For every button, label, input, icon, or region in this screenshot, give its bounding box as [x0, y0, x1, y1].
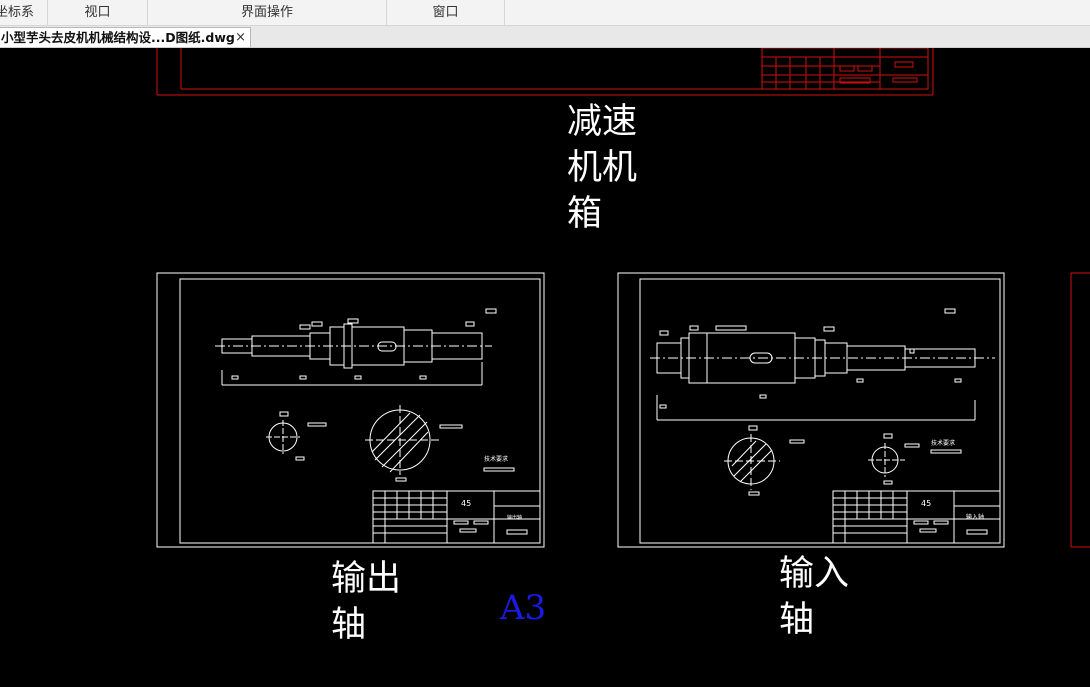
input-shaft-label-line: 输入 — [779, 554, 850, 594]
document-tab[interactable]: 小型芋头去皮机机械结构设...D图纸.dwg × — [0, 27, 251, 47]
right-sheet-partial — [1070, 272, 1090, 548]
output-shaft-label-line: 轴 — [331, 605, 367, 645]
document-tab-bar: 小型芋头去皮机机械结构设...D图纸.dwg × — [0, 26, 1090, 48]
output-shaft-label: 输出 轴 — [331, 556, 401, 648]
gearbox-label-line: 机机 — [567, 148, 638, 188]
input-material: 45 — [921, 499, 931, 508]
input-shaft-sheet: 技术要求 45 输入轴 — [617, 272, 1005, 548]
input-shaft-label-line: 轴 — [779, 600, 815, 640]
menu-bar: 坐标系 视口 界面操作 窗口 — [0, 0, 1090, 26]
gearbox-label: 减速 机机 箱 — [567, 99, 637, 237]
drawing-canvas[interactable]: 技术要求 45 输出轴 技术要求 45 输入轴 减速 机机 箱 输出 轴 输入 … — [0, 48, 1090, 687]
gearbox-sheet-partial — [156, 48, 934, 96]
input-tech-note: 技术要求 — [931, 439, 955, 447]
gearbox-label-line: 减速 — [567, 102, 638, 142]
menu-coordinate-system[interactable]: 坐标系 — [0, 0, 48, 25]
close-tab-icon[interactable]: × — [235, 28, 246, 47]
output-material: 45 — [461, 499, 471, 508]
output-part-name: 输出轴 — [507, 514, 522, 521]
sheet-size-label: A3 — [500, 588, 547, 628]
output-shaft-sheet: 技术要求 45 输出轴 — [156, 272, 545, 548]
gearbox-label-line: 箱 — [567, 194, 603, 234]
document-tab-title: 小型芋头去皮机机械结构设...D图纸.dwg — [1, 30, 235, 45]
menu-window[interactable]: 窗口 — [387, 0, 505, 25]
input-shaft-label: 输入 轴 — [779, 551, 849, 643]
menu-viewport[interactable]: 视口 — [48, 0, 148, 25]
menu-interface-operations[interactable]: 界面操作 — [148, 0, 387, 25]
input-part-name: 输入轴 — [966, 513, 984, 521]
output-tech-note: 技术要求 — [484, 455, 508, 463]
output-shaft-label-line: 输出 — [331, 559, 402, 599]
